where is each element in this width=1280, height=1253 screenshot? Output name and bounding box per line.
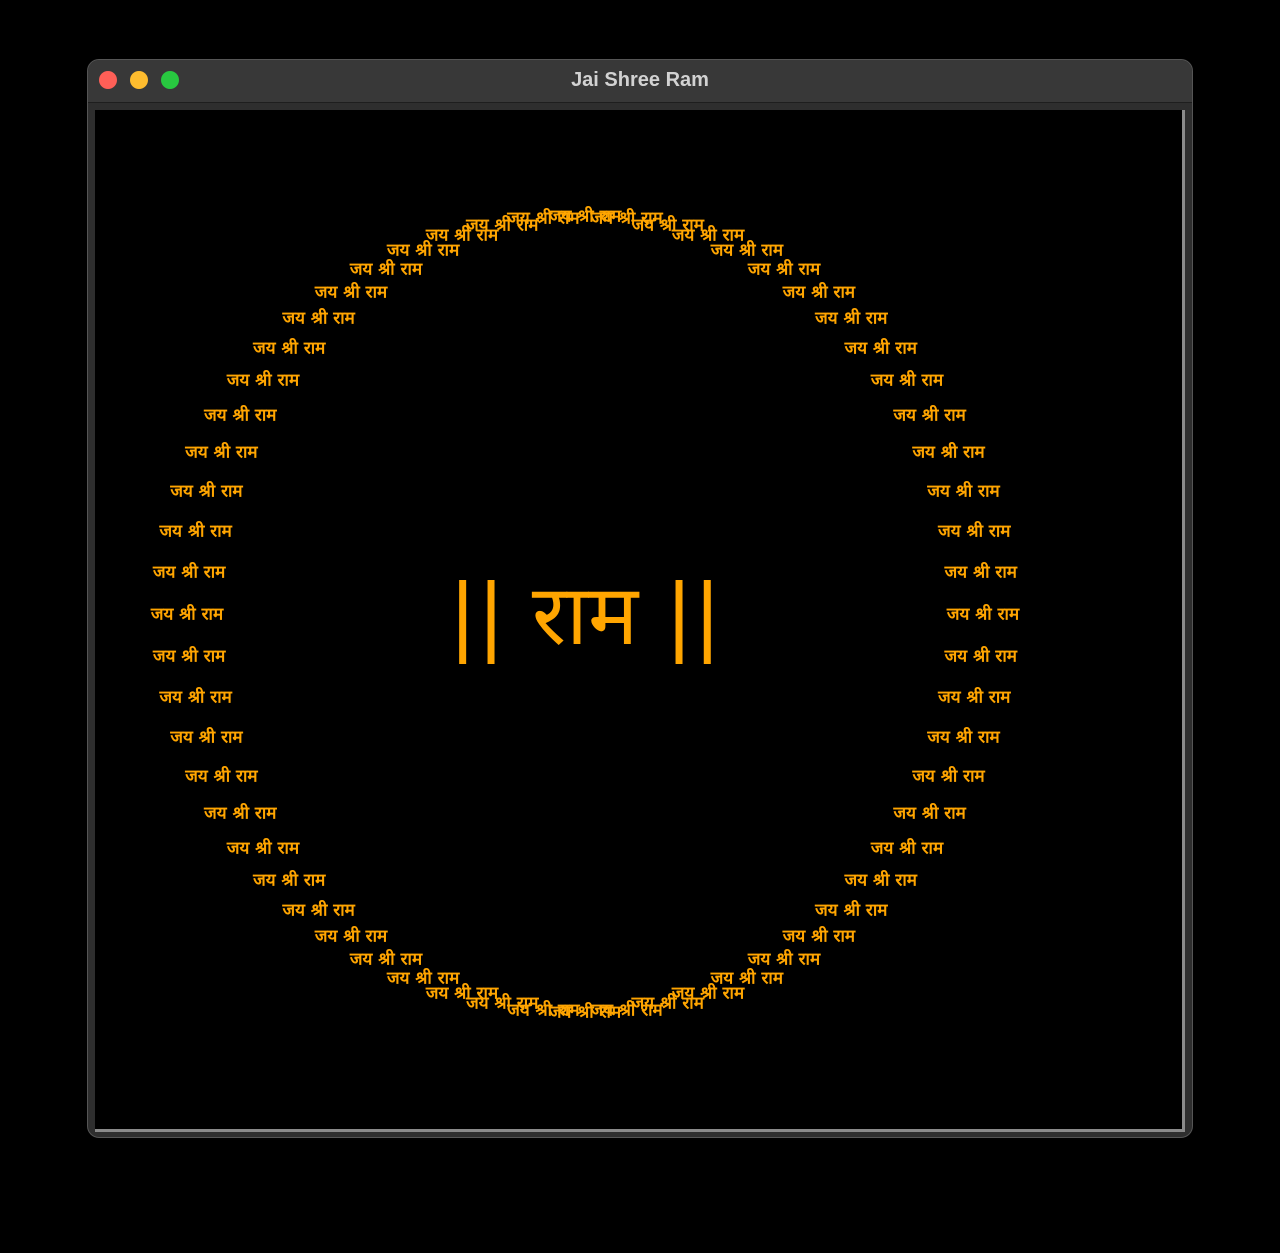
ring-label: जय श्री राम [170,481,243,502]
ring-label: जय श्री राम [159,687,232,708]
ring-label: जय श्री राम [226,838,300,859]
ring-label: जय श्री राम [150,604,224,625]
window-title: Jai Shree Ram [571,69,709,91]
ring-label: जय श्री राम [253,338,326,359]
ring-label: जय श्री राम [185,442,258,463]
drawing-canvas: || राम || जय श्री राम जय श्री राम जय श्री … [95,110,1185,1132]
ring-label: जय श्री राम [912,766,985,787]
ring-label: जय श्री राम [159,521,232,542]
ring-label: जय श्री राम [710,240,784,261]
ring-label: जय श्री राम [314,926,388,947]
ring-label: जय श्री राम [946,604,1020,625]
ring-label: जय श्री राम [185,766,258,787]
ring-label: जय श्री राम [927,481,1000,502]
ring-label: जय श्री राम [815,900,888,921]
ring-label: जय श्री राम [153,562,226,583]
ring-label: जय श्री राम [912,442,985,463]
ring-label: जय श्री राम [844,338,917,359]
center-text: || राम || [448,566,722,664]
ring-label: जय श्री राम [938,521,1011,542]
ring-label: जय श्री राम [944,646,1017,667]
ring-label: जय श्री राम [314,282,388,303]
ring-label: जय श्री राम [349,259,423,280]
ring-label: जय श्री राम [170,727,243,748]
ring-label: जय श्री राम [747,949,821,970]
ring-label: जय श्री राम [386,968,460,989]
ring-label: जय श्री राम [782,282,856,303]
ring-label: जय श्री राम [815,308,888,329]
ring-label: जय श्री राम [782,926,856,947]
ring-label: जय श्री राम [282,308,355,329]
ring-label: जय श्री राम [226,370,300,391]
ring-label: जय श्री राम [893,405,966,426]
title-bar[interactable]: Jai Shree Ram [88,60,1192,103]
ring-label: जय श्री राम [204,803,277,824]
ring-label: जय श्री राम [253,870,326,891]
ring-label: जय श्री राम [927,727,1000,748]
ring-label: जय श्री राम [204,405,277,426]
ring-label: जय श्री राम [349,949,423,970]
ring-label: जय श्री राम [747,259,821,280]
ring-label: जय श्री राम [944,562,1017,583]
ring-label: जय श्री राम [870,838,944,859]
ring-label: जय श्री राम [870,370,944,391]
ring-label: जय श्री राम [893,803,966,824]
ring-label: जय श्री राम [282,900,355,921]
ring-label: जय श्री राम [153,646,226,667]
app-window: Jai Shree Ram || राम || जय श्री राम जय श्… [87,59,1193,1138]
ring-label: जय श्री राम [938,687,1011,708]
ring-label: जय श्री राम [844,870,917,891]
